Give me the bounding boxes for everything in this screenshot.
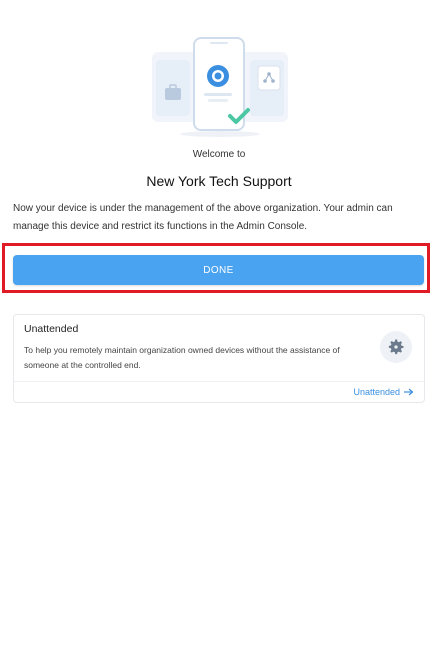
unattended-link[interactable]: Unattended: [353, 387, 414, 397]
gear-icon: [380, 331, 412, 363]
organization-name: New York Tech Support: [146, 173, 292, 189]
unattended-card: Unattended To help you remotely maintain…: [13, 314, 425, 403]
device-illustration: [150, 30, 290, 140]
arrow-right-icon: [404, 388, 414, 396]
card-divider: [14, 381, 424, 382]
management-description: Now your device is under the management …: [13, 203, 393, 232]
unattended-description: To help you remotely maintain organizati…: [24, 345, 340, 370]
unattended-link-label: Unattended: [353, 387, 400, 397]
done-button[interactable]: DONE: [13, 255, 424, 285]
unattended-title: Unattended: [24, 323, 79, 335]
welcome-text: Welcome to: [192, 149, 246, 160]
